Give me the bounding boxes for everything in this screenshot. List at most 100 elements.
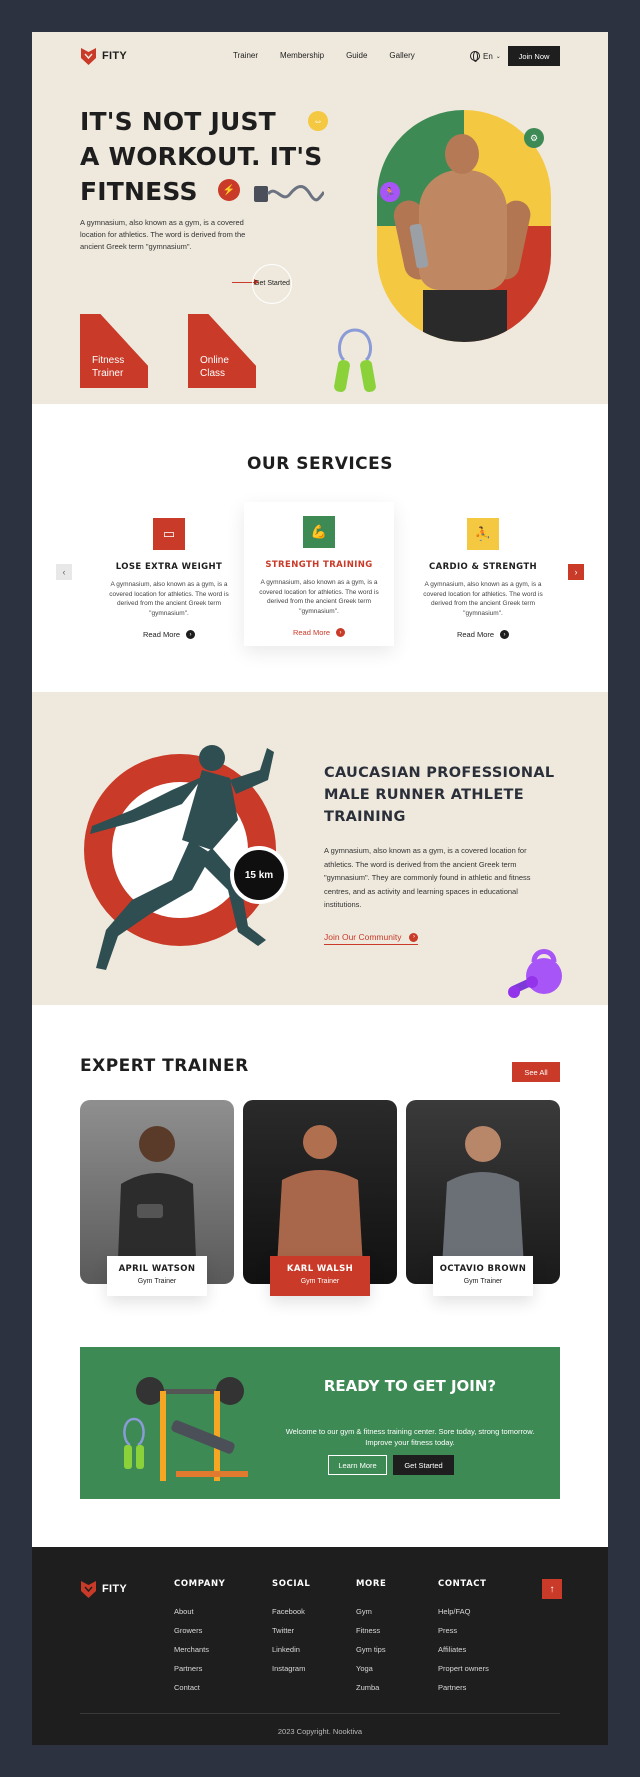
- footer-link[interactable]: Gym tips: [356, 1645, 386, 1654]
- cta-title: READY TO GET JOIN?: [323, 1377, 497, 1395]
- see-all-button[interactable]: See All: [512, 1062, 560, 1082]
- carousel-next-button[interactable]: ›: [568, 564, 584, 580]
- footer-heading: COMPANY: [174, 1579, 226, 1589]
- footer: FITY COMPANY About Growers Merchants Par…: [32, 1547, 608, 1745]
- hero-section: FITY Trainer Membership Guide Gallery En…: [32, 32, 608, 404]
- get-started-button[interactable]: Get Started: [252, 264, 292, 304]
- athlete-shorts: [423, 290, 507, 342]
- footer-link[interactable]: About: [174, 1607, 225, 1616]
- stat-label: Fitness Trainer: [92, 355, 125, 379]
- dumbbell-badge-icon: ⚙: [524, 128, 544, 148]
- get-started-button[interactable]: Get Started: [393, 1455, 454, 1475]
- dumbbell-badge-icon: ⇔: [308, 111, 328, 131]
- learn-more-button[interactable]: Learn More: [328, 1455, 387, 1475]
- athlete-description: A gymnasium, also known as a gym, is a c…: [324, 846, 531, 909]
- footer-divider: [80, 1713, 560, 1714]
- trainer-label[interactable]: OCTAVIO BROWN Gym Trainer: [433, 1256, 533, 1296]
- trainer-role: Gym Trainer: [137, 1278, 177, 1285]
- read-more-link[interactable]: Read More ›: [244, 628, 394, 637]
- read-more-label: Read More: [142, 630, 181, 639]
- logo[interactable]: FITY: [80, 46, 127, 66]
- service-title: CARDIO & STRENGTH: [428, 562, 538, 572]
- trainer-name: KARL WALSH: [286, 1264, 354, 1274]
- footer-link[interactable]: Partners: [174, 1664, 225, 1673]
- footer-heading: SOCIAL: [272, 1579, 311, 1589]
- service-description: A gymnasium, also known as a gym, is a c…: [109, 581, 229, 617]
- fity-logo-icon: [81, 48, 96, 65]
- footer-link[interactable]: Yoga: [356, 1664, 386, 1673]
- service-card[interactable]: ▭ LOSE EXTRA WEIGHT A gymnasium, also kn…: [94, 504, 244, 639]
- top-nav: FITY Trainer Membership Guide Gallery En…: [80, 43, 560, 69]
- footer-link[interactable]: Merchants: [174, 1645, 225, 1654]
- trainer-label[interactable]: APRIL WATSON Gym Trainer: [107, 1256, 207, 1296]
- service-description: A gymnasium, also known as a gym, is a c…: [423, 581, 543, 617]
- footer-link[interactable]: Linkedin: [272, 1645, 310, 1654]
- copyright: 2023 Copyright. Nooktiva: [277, 1727, 363, 1736]
- athlete-title: CAUCASIAN PROFESSIONAL MALE RUNNER ATHLE…: [324, 765, 555, 825]
- carousel-prev-button[interactable]: ‹: [56, 564, 72, 580]
- cta-banner: READY TO GET JOIN? Welcome to our gym & …: [80, 1347, 560, 1499]
- hand-grip-icon: [334, 328, 376, 393]
- footer-link[interactable]: Affiliates: [438, 1645, 489, 1654]
- nav-link-trainer[interactable]: Trainer: [233, 51, 258, 60]
- footer-column-company: COMPANY About Growers Merchants Partners…: [174, 1579, 225, 1702]
- footer-logo[interactable]: FITY: [80, 1579, 127, 1599]
- footer-link[interactable]: Fitness: [356, 1626, 386, 1635]
- language-selector[interactable]: En ⌄: [470, 51, 501, 62]
- service-card[interactable]: ⛹ CARDIO & STRENGTH A gymnasium, also kn…: [408, 504, 558, 639]
- footer-link[interactable]: Zumba: [356, 1683, 386, 1692]
- nav-link-membership[interactable]: Membership: [280, 51, 324, 60]
- service-description: A gymnasium, also known as a gym, is a c…: [259, 579, 379, 615]
- read-more-link[interactable]: Read More ›: [408, 630, 558, 639]
- footer-link[interactable]: Press: [438, 1626, 489, 1635]
- footer-link[interactable]: Contact: [174, 1683, 225, 1692]
- arrow-right-icon: ›: [500, 630, 510, 639]
- trainers-title: EXPERT TRAINER: [80, 1056, 249, 1076]
- footer-link[interactable]: Twitter: [272, 1626, 310, 1635]
- kettlebell-icon: [508, 949, 562, 998]
- footer-heading: CONTACT: [438, 1579, 487, 1589]
- stat-card-classes: 80 Online Class: [188, 314, 256, 388]
- hero-title-line: IT'S NOT JUST: [80, 107, 276, 136]
- language-label: En: [483, 51, 493, 61]
- footer-link[interactable]: Instagram: [272, 1664, 310, 1673]
- arrow-right-icon: ›: [336, 628, 346, 637]
- athlete-torso: [419, 170, 507, 290]
- arrow-right-icon: ›: [186, 630, 196, 639]
- scroll-to-top-button[interactable]: ↑: [542, 1579, 562, 1599]
- footer-link[interactable]: Propert owners: [438, 1664, 489, 1673]
- footer-link[interactable]: Facebook: [272, 1607, 310, 1616]
- footer-link[interactable]: Help/FAQ: [438, 1607, 489, 1616]
- read-more-label: Read More: [292, 628, 331, 637]
- trainer-label-active[interactable]: KARL WALSH Gym Trainer: [270, 1256, 370, 1296]
- service-title: STRENGTH TRAINING: [265, 560, 373, 570]
- globe-icon: [470, 51, 480, 62]
- chevron-down-icon: ⌄: [495, 53, 501, 60]
- bicep-icon: 💪: [303, 516, 335, 548]
- nav-link-guide[interactable]: Guide: [346, 51, 367, 60]
- footer-link[interactable]: Partners: [438, 1683, 489, 1692]
- service-card-active[interactable]: 💪 STRENGTH TRAINING A gymnasium, also kn…: [244, 502, 394, 646]
- brand-name: FITY: [102, 50, 128, 62]
- join-community-link[interactable]: Join Our Community ›: [324, 932, 419, 945]
- hero-description: A gymnasium, also known as a gym, is a c…: [80, 218, 246, 251]
- services-title: OUR SERVICES: [246, 454, 394, 474]
- read-more-label: Read More: [456, 630, 495, 639]
- read-more-link[interactable]: Read More ›: [94, 630, 244, 639]
- footer-column-contact: CONTACT Help/FAQ Press Affiliates Proper…: [438, 1579, 489, 1702]
- join-community-label: Join Our Community: [324, 932, 402, 942]
- distance-badge: 15 km: [230, 846, 288, 904]
- nav-link-gallery[interactable]: Gallery: [389, 51, 414, 60]
- treadmill-icon: ⛹: [467, 518, 499, 550]
- join-now-button[interactable]: Join Now: [508, 46, 560, 66]
- athlete-head: [445, 134, 479, 174]
- footer-link[interactable]: Growers: [174, 1626, 225, 1635]
- footer-link[interactable]: Gym: [356, 1607, 386, 1616]
- brand-name: FITY: [102, 1583, 128, 1595]
- runner-badge-icon: 🏃: [380, 182, 400, 202]
- stat-label: Online Class: [200, 355, 229, 379]
- battle-rope-icon: [254, 185, 324, 202]
- gym-equipment-image: [123, 1377, 248, 1481]
- fity-logo-icon: [81, 1581, 96, 1598]
- trainer-name: OCTAVIO BROWN: [439, 1264, 527, 1274]
